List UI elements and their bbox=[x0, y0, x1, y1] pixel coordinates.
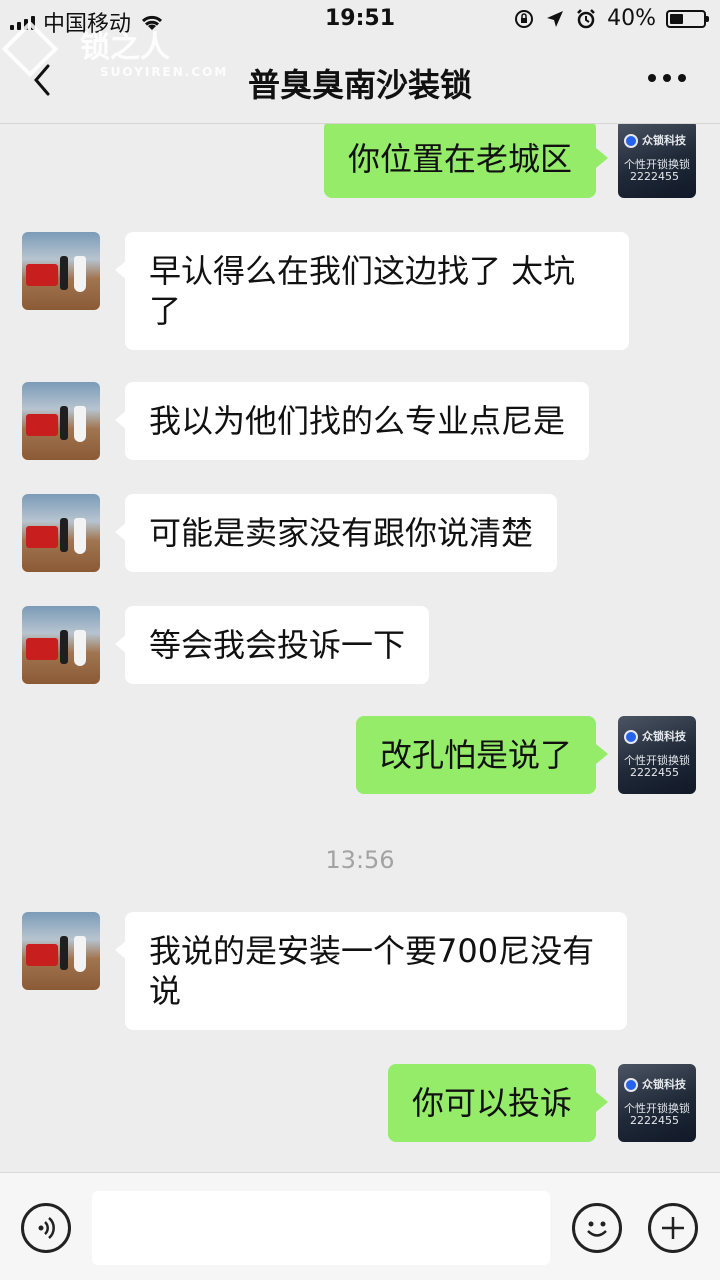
self-avatar[interactable]: 众锁科技 个性开锁换锁 2222455 bbox=[618, 124, 696, 198]
message-bubble-outgoing[interactable]: 你位置在老城区 bbox=[323, 124, 609, 198]
message-bubble-incoming[interactable]: 早认得么在我们这边找了 太坑了 bbox=[115, 232, 629, 350]
message-bubble-incoming[interactable]: 等会我会投诉一下 bbox=[114, 606, 430, 684]
contact-avatar[interactable] bbox=[22, 382, 100, 460]
message-list[interactable]: 你位置在老城区 众锁科技 个性开锁换锁 2222455 早认得么在我们这边找了 太坑… bbox=[0, 124, 720, 1170]
contact-avatar[interactable] bbox=[22, 494, 100, 572]
self-avatar[interactable]: 众锁科技 个性开锁换锁 2222455 bbox=[618, 1064, 696, 1142]
more-options-icon[interactable] bbox=[648, 74, 686, 82]
message-input[interactable] bbox=[92, 1191, 550, 1265]
alarm-icon bbox=[577, 8, 595, 28]
emoji-icon[interactable] bbox=[572, 1203, 622, 1253]
message-bubble-incoming[interactable]: 我以为他们找的么专业点尼是 bbox=[114, 382, 590, 460]
battery-percent: 40% bbox=[607, 6, 656, 31]
location-icon bbox=[547, 10, 564, 27]
chat-header: 普臭臭南沙装锁 bbox=[0, 40, 720, 124]
battery-icon bbox=[666, 9, 709, 28]
chat-title: 普臭臭南沙装锁 bbox=[247, 66, 472, 104]
contact-avatar[interactable] bbox=[22, 606, 100, 684]
self-avatar[interactable]: 众锁科技 个性开锁换锁 2222455 bbox=[618, 716, 696, 794]
message-bubble-outgoing[interactable]: 你可以投诉 bbox=[387, 1064, 609, 1142]
message-bubble-incoming[interactable]: 我说的是安装一个要700尼没有说 bbox=[115, 912, 627, 1030]
contact-avatar[interactable] bbox=[22, 912, 100, 990]
status-bar: 中国移动 19:51 40% bbox=[0, 0, 720, 40]
message-timestamp: 13:56 bbox=[325, 846, 395, 874]
message-bubble-outgoing[interactable]: 改孔怕是说了 bbox=[355, 716, 609, 794]
rotation-lock-icon bbox=[515, 9, 534, 28]
voice-input-icon[interactable] bbox=[21, 1203, 71, 1253]
add-attachment-icon[interactable] bbox=[648, 1203, 698, 1253]
message-bubble-incoming[interactable]: 可能是卖家没有跟你说清楚 bbox=[114, 494, 558, 572]
input-bar bbox=[0, 1172, 720, 1280]
contact-avatar[interactable] bbox=[22, 232, 100, 310]
